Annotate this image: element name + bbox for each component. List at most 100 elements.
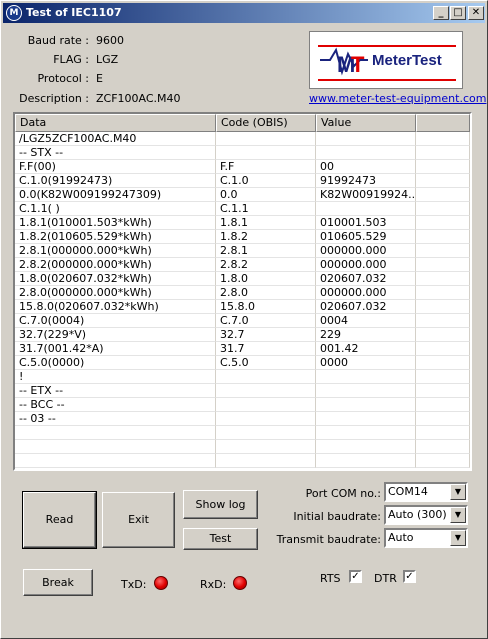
table-row[interactable]: 2.8.2(000000.000*kWh) 2.8.2 000000.000 xyxy=(15,258,470,272)
cell-data: -- ETX -- xyxy=(15,384,216,398)
website-link[interactable]: www.meter-test-equipment.com xyxy=(309,92,486,105)
table-row[interactable]: ! xyxy=(15,370,470,384)
table-row[interactable]: 1.8.2(010605.529*kWh) 1.8.2 010605.529 xyxy=(15,230,470,244)
data-table[interactable]: Data Code (OBIS) Value /LGZ5ZCF100AC.M40… xyxy=(13,112,472,471)
txd-label: TxD: xyxy=(121,578,147,591)
cell-extra xyxy=(416,342,470,356)
cell-data xyxy=(15,426,216,440)
column-header-data[interactable]: Data xyxy=(15,114,216,132)
table-row[interactable]: -- 03 -- xyxy=(15,412,470,426)
cell-extra xyxy=(416,230,470,244)
cell-extra xyxy=(416,328,470,342)
cell-code xyxy=(216,370,316,384)
cell-code: 0.0 xyxy=(216,188,316,202)
cell-data: 2.8.2(000000.000*kWh) xyxy=(15,258,216,272)
window-title: Test of IEC1107 xyxy=(26,6,122,19)
table-row[interactable]: 15.8.0(020607.032*kWh) 15.8.0 020607.032 xyxy=(15,300,470,314)
chevron-down-icon[interactable]: ▼ xyxy=(450,530,466,546)
rts-checkbox[interactable]: ✓ xyxy=(349,570,362,583)
read-button[interactable]: Read xyxy=(22,491,97,549)
cell-data: -- STX -- xyxy=(15,146,216,160)
app-logo-icon: M xyxy=(6,5,22,21)
protocol-value: E xyxy=(96,72,103,85)
close-button[interactable]: ✕ xyxy=(468,6,484,20)
table-body: /LGZ5ZCF100AC.M40 -- STX -- F.F(00) F.F 00 C… xyxy=(15,132,470,468)
column-header-extra[interactable] xyxy=(416,114,470,132)
show-log-button[interactable]: Show log xyxy=(183,490,258,519)
cell-value: 010001.503 xyxy=(316,216,416,230)
table-row[interactable] xyxy=(15,426,470,440)
table-row[interactable] xyxy=(15,440,470,454)
cell-extra xyxy=(416,146,470,160)
cell-extra xyxy=(416,440,470,454)
table-row[interactable]: C.1.0(91992473) C.1.0 91992473 xyxy=(15,174,470,188)
cell-code: 1.8.0 xyxy=(216,272,316,286)
cell-code xyxy=(216,426,316,440)
cell-data: /LGZ5ZCF100AC.M40 xyxy=(15,132,216,146)
chevron-down-icon[interactable]: ▼ xyxy=(450,507,466,523)
cell-extra xyxy=(416,398,470,412)
table-row[interactable]: 1.8.0(020607.032*kWh) 1.8.0 020607.032 xyxy=(15,272,470,286)
cell-extra xyxy=(416,132,470,146)
table-row[interactable]: 2.8.0(000000.000*kWh) 2.8.0 000000.000 xyxy=(15,286,470,300)
initial-baudrate-label: Initial baudrate: xyxy=(293,510,381,523)
cell-data: -- BCC -- xyxy=(15,398,216,412)
baud-rate-label: Baud rate : xyxy=(27,34,89,47)
cell-data: 0.0(K82W009199247309) xyxy=(15,188,216,202)
table-row[interactable]: C.7.0(0004) C.7.0 0004 xyxy=(15,314,470,328)
minimize-button[interactable]: _ xyxy=(433,6,449,20)
cell-value xyxy=(316,412,416,426)
column-header-code[interactable]: Code (OBIS) xyxy=(216,114,316,132)
port-com-select[interactable]: COM14 ▼ xyxy=(384,482,468,502)
transmit-baudrate-value: Auto xyxy=(388,531,414,544)
transmit-baudrate-select[interactable]: Auto ▼ xyxy=(384,528,468,548)
cell-code: 31.7 xyxy=(216,342,316,356)
cell-code: C.5.0 xyxy=(216,356,316,370)
table-row[interactable]: 31.7(001.42*A) 31.7 001.42 xyxy=(15,342,470,356)
description-value: ZCF100AC.M40 xyxy=(96,92,181,105)
cell-code: 15.8.0 xyxy=(216,300,316,314)
cell-value: 001.42 xyxy=(316,342,416,356)
cell-extra xyxy=(416,202,470,216)
initial-baudrate-select[interactable]: Auto (300) ▼ xyxy=(384,505,468,525)
cell-extra xyxy=(416,216,470,230)
table-row[interactable]: C.1.1( ) C.1.1 xyxy=(15,202,470,216)
table-row[interactable]: 2.8.1(000000.000*kWh) 2.8.1 000000.000 xyxy=(15,244,470,258)
cell-extra xyxy=(416,188,470,202)
break-button[interactable]: Break xyxy=(23,569,93,596)
cell-value xyxy=(316,398,416,412)
cell-code xyxy=(216,146,316,160)
protocol-label: Protocol : xyxy=(37,72,89,85)
cell-data: C.7.0(0004) xyxy=(15,314,216,328)
cell-value xyxy=(316,454,416,468)
cell-value: 229 xyxy=(316,328,416,342)
column-header-value[interactable]: Value xyxy=(316,114,416,132)
transmit-baudrate-label: Transmit baudrate: xyxy=(276,533,381,546)
cell-value: 0000 xyxy=(316,356,416,370)
chevron-down-icon[interactable]: ▼ xyxy=(450,484,466,500)
cell-code: C.7.0 xyxy=(216,314,316,328)
test-button[interactable]: Test xyxy=(183,528,258,550)
cell-value: 91992473 xyxy=(316,174,416,188)
table-row[interactable]: 32.7(229*V) 32.7 229 xyxy=(15,328,470,342)
cell-code xyxy=(216,412,316,426)
show-log-button-label: Show log xyxy=(195,498,246,511)
table-row[interactable] xyxy=(15,454,470,468)
table-row[interactable]: F.F(00) F.F 00 xyxy=(15,160,470,174)
table-row[interactable]: 0.0(K82W009199247309) 0.0 K82W00919924... xyxy=(15,188,470,202)
table-row[interactable]: -- BCC -- xyxy=(15,398,470,412)
table-row[interactable]: 1.8.1(010001.503*kWh) 1.8.1 010001.503 xyxy=(15,216,470,230)
cell-data: 32.7(229*V) xyxy=(15,328,216,342)
cell-value: 0004 xyxy=(316,314,416,328)
title-bar[interactable]: M Test of IEC1107 _ □ ✕ xyxy=(3,3,485,23)
cell-code: 2.8.0 xyxy=(216,286,316,300)
table-row[interactable]: -- ETX -- xyxy=(15,384,470,398)
dtr-checkbox[interactable]: ✓ xyxy=(403,570,416,583)
svg-text:T: T xyxy=(351,52,365,77)
exit-button[interactable]: Exit xyxy=(102,492,175,548)
table-row[interactable]: C.5.0(0000) C.5.0 0000 xyxy=(15,356,470,370)
table-row[interactable]: /LGZ5ZCF100AC.M40 xyxy=(15,132,470,146)
table-row[interactable]: -- STX -- xyxy=(15,146,470,160)
rts-label: RTS xyxy=(320,572,341,585)
maximize-button[interactable]: □ xyxy=(450,6,466,20)
